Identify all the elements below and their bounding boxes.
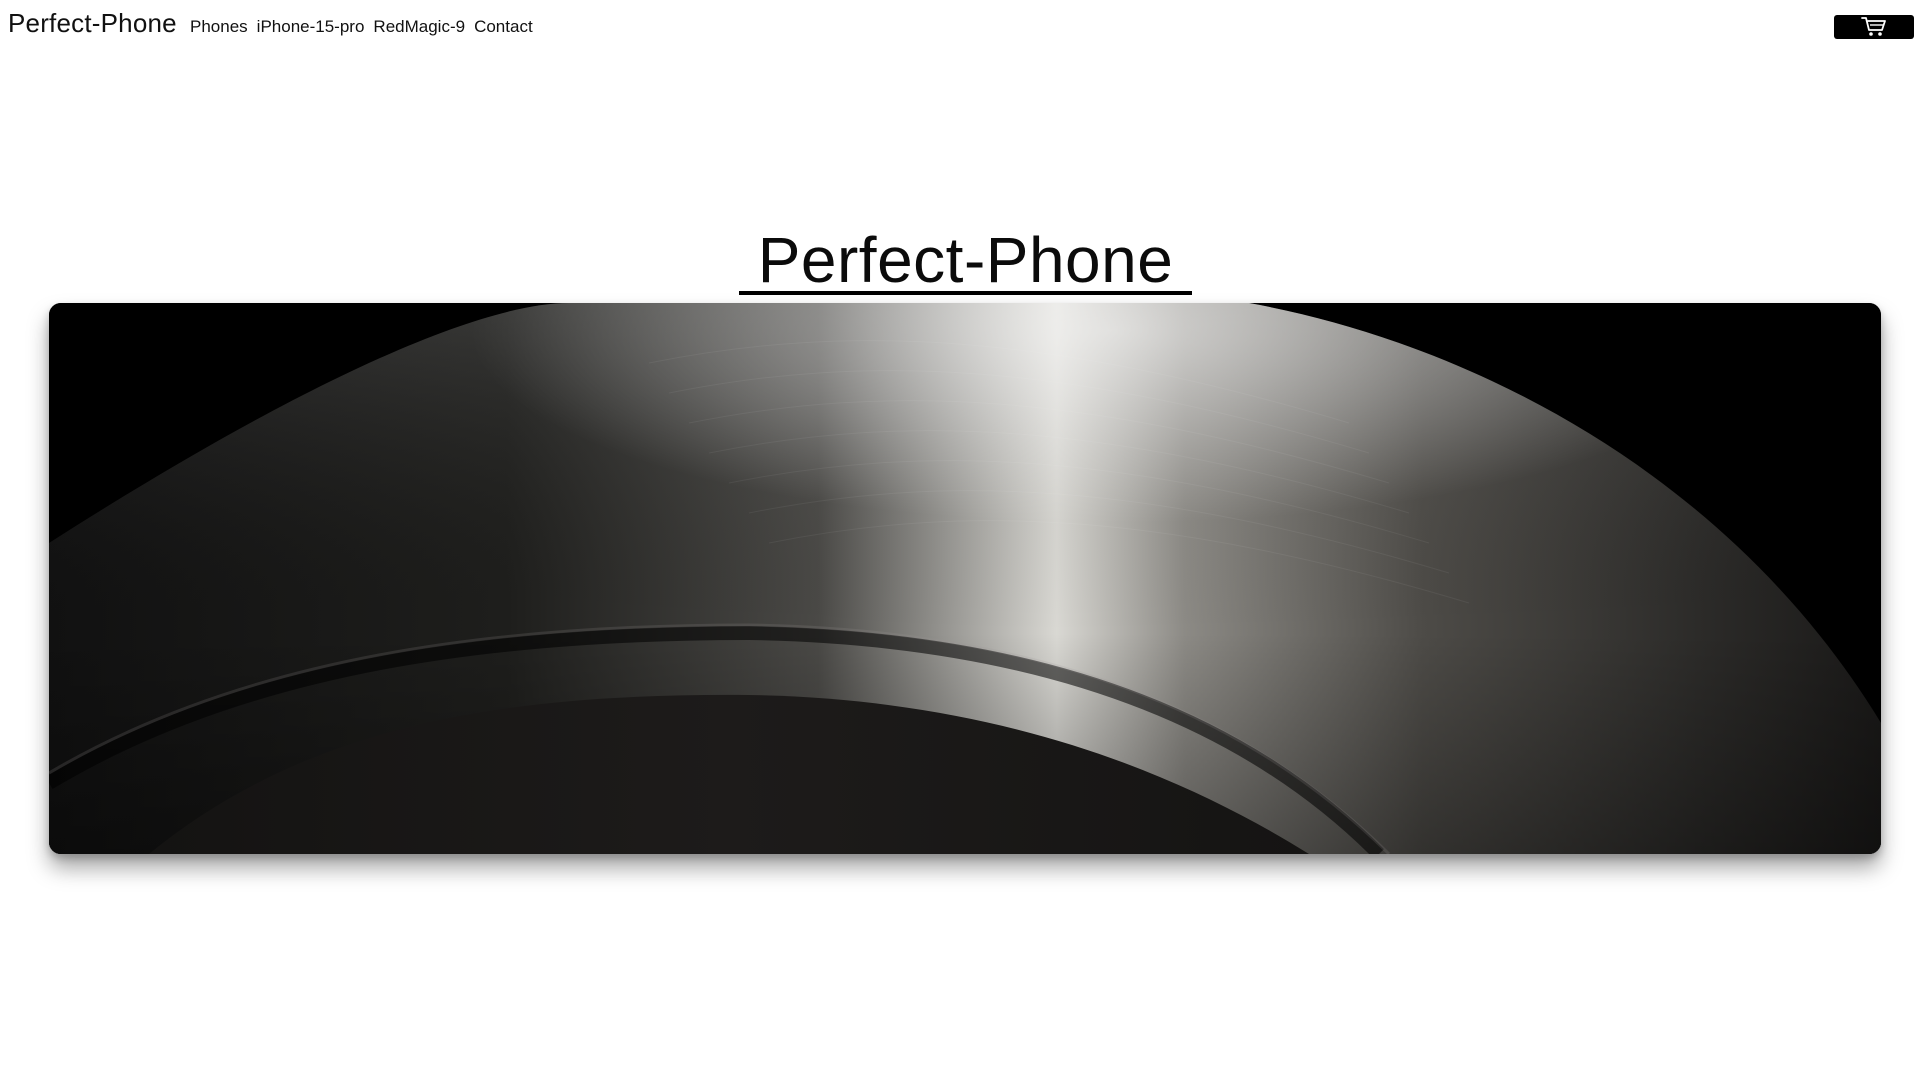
hero-title: Perfect-Phone [757,224,1174,296]
nav-link-contact[interactable]: Contact [474,17,533,37]
top-navigation-bar: Perfect-Phone Phones iPhone-15-pro RedMa… [0,0,1920,54]
cart-button[interactable] [1834,15,1914,39]
nav-link-phones[interactable]: Phones [190,17,248,37]
phone-frame-closeup-image [49,303,1881,854]
hero-image-card [49,303,1881,854]
hero-title-underline [739,291,1192,295]
hero-title-block: Perfect-Phone [739,222,1192,296]
nav-link-redmagic-9[interactable]: RedMagic-9 [373,17,465,37]
main-nav: Phones iPhone-15-pro RedMagic-9 Contact [190,17,533,37]
nav-link-iphone-15-pro[interactable]: iPhone-15-pro [257,17,365,37]
cart-icon [1861,17,1886,36]
brand-logo-link[interactable]: Perfect-Phone [8,8,177,39]
